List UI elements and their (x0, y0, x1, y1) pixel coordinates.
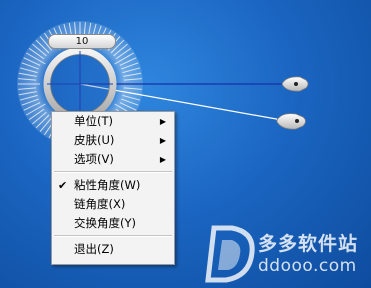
menu-item-label: 交换角度(Y) (74, 216, 136, 230)
menu-item-label: 单位(T) (74, 114, 113, 128)
menu-separator (54, 235, 172, 237)
angle-readout: 10 (48, 34, 116, 49)
context-menu: 单位(T) ▶ 皮肤(U) ▶ 选项(V) ▶ ✔ 粘性角度(W) 链角度(X)… (51, 111, 175, 265)
protractor-hub[interactable] (43, 47, 117, 121)
checkmark-icon: ✔ (58, 179, 68, 192)
watermark-title: 多多软件站 (258, 233, 359, 255)
menu-item-swap-angle[interactable]: 交换角度(Y) (52, 214, 174, 233)
baseline-handle[interactable] (281, 76, 309, 92)
menu-item-label: 选项(V) (74, 152, 114, 166)
menu-item-options[interactable]: 选项(V) ▶ (52, 150, 174, 169)
watermark-url: ddooo.com (258, 256, 357, 276)
menu-item-chain-angle[interactable]: 链角度(X) (52, 195, 174, 214)
menu-item-unit[interactable]: 单位(T) ▶ (52, 112, 174, 131)
menu-separator (54, 171, 172, 173)
menu-item-label: 链角度(X) (74, 197, 126, 211)
menu-item-sticky-angle[interactable]: ✔ 粘性角度(W) (52, 176, 174, 195)
arm-handle[interactable] (276, 113, 306, 130)
menu-item-skin[interactable]: 皮肤(U) ▶ (52, 131, 174, 150)
menu-item-label: 退出(Z) (74, 242, 114, 256)
watermark-logo (205, 225, 255, 283)
submenu-arrow-icon: ▶ (159, 136, 166, 145)
submenu-arrow-icon: ▶ (159, 117, 166, 126)
submenu-arrow-icon: ▶ (159, 155, 166, 164)
menu-item-label: 粘性角度(W) (74, 178, 141, 192)
menu-item-exit[interactable]: 退出(Z) (52, 240, 174, 259)
menu-item-label: 皮肤(U) (74, 133, 115, 147)
